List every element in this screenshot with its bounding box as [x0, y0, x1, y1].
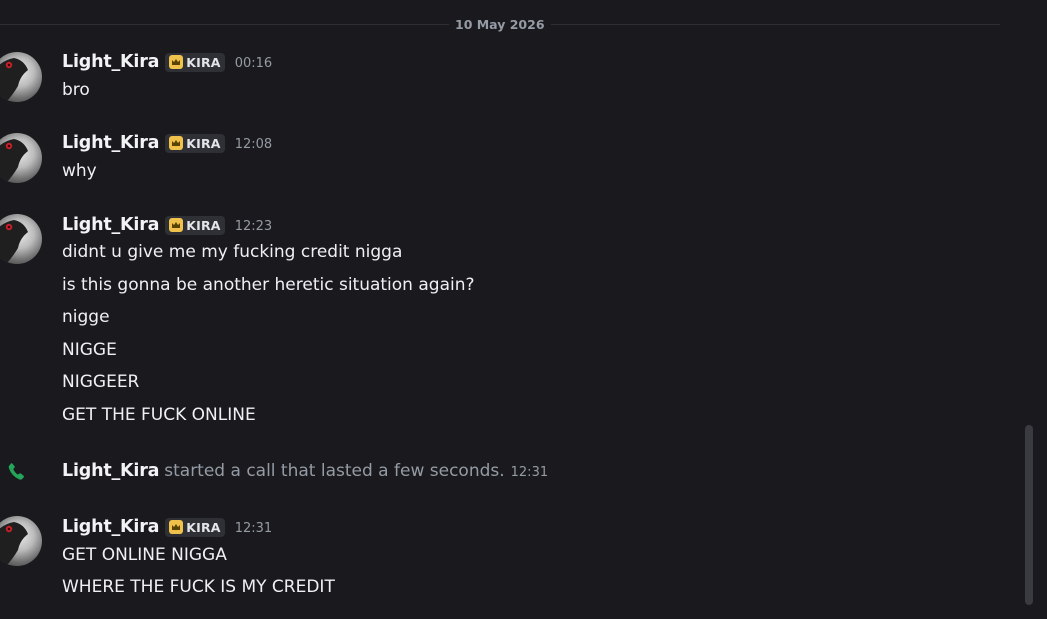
message-text: bro: [62, 80, 90, 100]
server-tag-label: KIRA: [186, 217, 221, 233]
message-text: is this gonna be another heretic situati…: [62, 275, 475, 295]
username[interactable]: Light_Kira: [62, 461, 159, 481]
server-tag-label: KIRA: [186, 54, 221, 70]
message-text: why: [62, 161, 97, 181]
message-text: NIGGEER: [62, 372, 140, 392]
crown-badge-icon: [169, 136, 184, 150]
server-tag[interactable]: KIRA: [165, 133, 225, 153]
message-text: GET THE FUCK ONLINE: [62, 405, 256, 425]
message-timestamp[interactable]: 12:23: [235, 217, 272, 234]
message-text: GET ONLINE NIGGA: [62, 545, 227, 565]
scrollbar-thumb[interactable]: [1025, 425, 1033, 605]
avatar[interactable]: [0, 133, 42, 183]
call-event-text: started a call that lasted a few seconds…: [164, 461, 505, 481]
server-tag[interactable]: KIRA: [165, 52, 225, 72]
chat-messages-pane: 10 May 2026 Light_Kira KIRA 00:16 bro Li…: [0, 0, 1047, 619]
message-timestamp[interactable]: 12:31: [511, 463, 548, 480]
avatar[interactable]: [0, 52, 42, 102]
call-event: Light_Kira started a call that lasted a …: [62, 459, 548, 483]
message-text: nigge: [62, 307, 110, 327]
phone-icon: [8, 463, 24, 480]
username[interactable]: Light_Kira: [62, 133, 159, 153]
avatar[interactable]: [0, 516, 42, 566]
username[interactable]: Light_Kira: [62, 215, 159, 235]
message-header: Light_Kira KIRA 12:08: [62, 131, 272, 155]
message-header: Light_Kira KIRA 12:23: [62, 213, 272, 237]
server-tag-label: KIRA: [186, 135, 221, 151]
message-text: didnt u give me my fucking credit nigga: [62, 242, 403, 262]
message-header: Light_Kira KIRA 12:31: [62, 515, 272, 539]
message-timestamp[interactable]: 12:31: [235, 519, 272, 536]
message-timestamp[interactable]: 00:16: [235, 54, 272, 71]
date-divider-label: 10 May 2026: [449, 16, 551, 33]
crown-badge-icon: [169, 520, 184, 534]
message-header: Light_Kira KIRA 00:16: [62, 50, 272, 74]
server-tag[interactable]: KIRA: [165, 215, 225, 235]
username[interactable]: Light_Kira: [62, 517, 159, 537]
server-tag-label: KIRA: [186, 519, 221, 535]
crown-badge-icon: [169, 55, 184, 69]
message-timestamp[interactable]: 12:08: [235, 135, 272, 152]
crown-badge-icon: [169, 218, 184, 232]
server-tag[interactable]: KIRA: [165, 517, 225, 537]
username[interactable]: Light_Kira: [62, 52, 159, 72]
message-text: WHERE THE FUCK IS MY CREDIT: [62, 577, 335, 597]
avatar[interactable]: [0, 214, 42, 264]
message-text: NIGGE: [62, 340, 117, 360]
